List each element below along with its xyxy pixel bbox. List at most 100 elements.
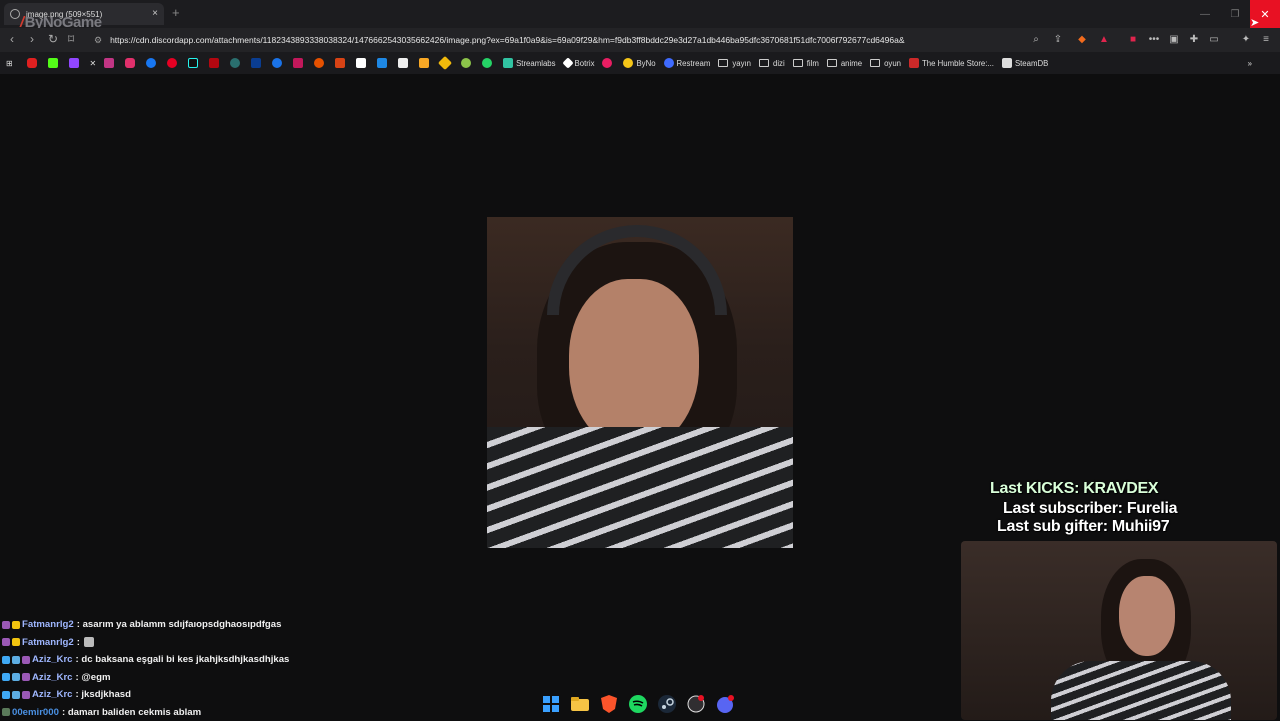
site-icon[interactable] (602, 58, 615, 68)
striped-shirt (1051, 661, 1231, 720)
kick-icon[interactable] (48, 58, 61, 68)
chat-message: Aziz_Krc: jksdjkhasd (2, 686, 522, 704)
badge-icon (12, 691, 20, 699)
youtube-icon[interactable] (27, 58, 40, 68)
badge-icon (2, 691, 10, 699)
windows-start-icon[interactable] (540, 693, 562, 715)
chevron-double-right-icon[interactable]: » (1248, 59, 1252, 68)
extension-icon[interactable]: ▣ (1166, 31, 1182, 47)
pinterest-icon[interactable] (167, 58, 180, 68)
sidebar-icon[interactable]: ▭ (1206, 31, 1222, 47)
overlay-last-kicks: Last KICKS: KRAVDEX (990, 480, 1158, 498)
displayed-image (487, 217, 793, 548)
menu-icon[interactable]: ≡ (1258, 31, 1274, 47)
more-extensions-icon[interactable]: ••• (1146, 31, 1162, 47)
folder-icon (793, 59, 803, 67)
chat-message: 00emir000: damarı baliden cekmis ablam (2, 704, 522, 721)
bookmark-restream[interactable]: Restream (664, 58, 711, 68)
badge-icon (2, 656, 10, 664)
tiktok-icon[interactable] (188, 58, 201, 68)
leo-icon[interactable]: ✦ (1238, 31, 1254, 47)
share-icon[interactable]: ⇪ (1050, 31, 1066, 47)
badge-icon (12, 621, 20, 629)
discord-icon[interactable] (714, 693, 736, 715)
address-input[interactable]: ⚙ https://cdn.discordapp.com/attachments… (94, 31, 1024, 49)
brave-shield-icon[interactable]: ◆ (1074, 31, 1090, 47)
byno-icon (623, 58, 633, 68)
steamdb-icon (1002, 58, 1012, 68)
face (569, 279, 699, 449)
x-icon[interactable]: ✕ (90, 59, 97, 68)
site-icon[interactable] (272, 58, 285, 68)
bookmark-botrix[interactable]: Botrix (564, 59, 595, 68)
folder-icon (718, 59, 728, 67)
chat-message: Fatmanrlg2: asarım ya ablamm sdıjfaıopsd… (2, 616, 522, 634)
site-icon[interactable] (377, 58, 390, 68)
site-icon[interactable] (293, 58, 306, 68)
amazon-icon[interactable] (356, 58, 369, 68)
maximize-button[interactable]: ❐ (1220, 0, 1250, 28)
site-icon[interactable] (335, 58, 348, 68)
extension-icon[interactable]: ■ (1125, 31, 1141, 47)
bookmark-folder-yayin[interactable]: yayın (718, 59, 751, 68)
bookmark-folder-oyun[interactable]: oyun (870, 59, 901, 68)
spotify-icon[interactable] (627, 693, 649, 715)
twitch-icon[interactable] (69, 58, 82, 68)
badge-icon (12, 638, 20, 646)
bookmark-folder-film[interactable]: film (793, 59, 819, 68)
new-tab-button[interactable]: + (172, 5, 180, 20)
taskbar (540, 692, 743, 716)
minimize-button[interactable]: — (1190, 0, 1220, 28)
restream-icon (664, 58, 674, 68)
forward-icon[interactable]: › (30, 32, 34, 46)
globe-icon (10, 9, 20, 19)
bookmark-folder-anime[interactable]: anime (827, 59, 862, 68)
badge-icon (12, 673, 20, 681)
overlay-last-gifter: Last sub gifter: Muhii97 (997, 518, 1169, 536)
tab-bar: image.png (509×551) × + /ByNoGame — ❐ ✕ (0, 0, 1280, 28)
badge-icon (22, 691, 30, 699)
bookmark-steamdb[interactable]: SteamDB (1002, 58, 1048, 68)
badge-icon (2, 673, 10, 681)
site-icon[interactable] (419, 58, 432, 68)
bookmark-folder-dizi[interactable]: dizi (759, 59, 785, 68)
folder-icon (870, 59, 880, 67)
netflix-icon[interactable] (209, 58, 222, 68)
site-icon[interactable] (230, 58, 243, 68)
striped-shirt (487, 427, 793, 548)
site-icon[interactable] (398, 58, 411, 68)
steam-icon[interactable] (656, 693, 678, 715)
site-icon[interactable] (314, 58, 327, 68)
face (1119, 576, 1175, 656)
overlay-last-subscriber: Last subscriber: Furelia (1003, 500, 1177, 518)
file-explorer-icon[interactable] (569, 693, 591, 715)
bookmark-streamlabs[interactable]: Streamlabs (503, 58, 555, 68)
obs-icon[interactable] (685, 693, 707, 715)
site-icon[interactable] (461, 58, 474, 68)
emote-icon (84, 637, 94, 647)
zoom-icon[interactable]: ⌕ (1028, 31, 1044, 47)
instagram-icon[interactable] (125, 58, 138, 68)
badge-icon (2, 708, 10, 716)
site-info-icon[interactable]: ⚙ (94, 35, 102, 46)
badge-icon (2, 621, 10, 629)
folder-icon (759, 59, 769, 67)
chat-message: Aziz_Krc: dc baksana eşgali bi kes jkahj… (2, 651, 522, 669)
badge-icon (2, 638, 10, 646)
site-icon[interactable] (104, 58, 117, 68)
facebook-icon[interactable] (146, 58, 159, 68)
puzzle-icon[interactable]: ✚ (1186, 31, 1202, 47)
apps-grid-icon[interactable]: ⊞ (6, 59, 13, 68)
bookmark-byno[interactable]: ByNo (623, 58, 655, 68)
tab-close-button[interactable]: × (152, 8, 158, 19)
badge-icon (12, 656, 20, 664)
whatsapp-icon[interactable] (482, 58, 495, 68)
site-icon[interactable] (251, 58, 264, 68)
brave-rewards-icon[interactable]: ▲ (1096, 31, 1112, 47)
brave-browser-icon[interactable] (598, 693, 620, 715)
binance-icon[interactable] (440, 58, 453, 68)
bookmark-humble-store[interactable]: The Humble Store:... (909, 58, 994, 68)
bookmark-icon[interactable]: ⌑ (68, 32, 74, 46)
back-icon[interactable]: ‹ (10, 32, 14, 46)
reload-icon[interactable]: ↻ (48, 32, 58, 46)
